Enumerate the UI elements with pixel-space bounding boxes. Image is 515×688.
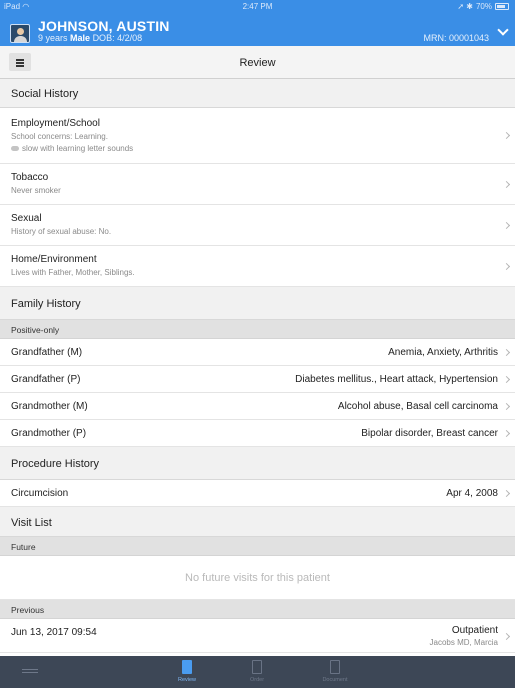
social-row-employment-school[interactable]: Employment/School School concerns: Learn… [0, 108, 515, 164]
family-row[interactable]: Grandmother (P) Bipolar disorder, Breast… [0, 420, 515, 447]
order-icon [252, 660, 262, 674]
filter-label-positive-only: Positive-only [0, 320, 515, 339]
relative-conditions: Bipolar disorder, Breast cancer [361, 428, 498, 439]
review-icon [182, 660, 192, 674]
chevron-right-icon [502, 489, 511, 498]
relative-name: Grandmother (M) [11, 401, 88, 412]
patient-dob-label: DOB: [92, 33, 115, 43]
row-title: Sexual [11, 213, 42, 224]
family-row[interactable]: Grandfather (P) Diabetes mellitus., Hear… [0, 366, 515, 393]
patient-header[interactable]: iPad ◠ 2:47 PM ➚ ✱ 70% JOHNSON, AUSTIN 9… [0, 0, 515, 46]
hamburger-menu-icon[interactable] [22, 666, 38, 678]
section-header-social-history: Social History [0, 79, 515, 108]
patient-sex: Male [70, 33, 91, 43]
status-battery: ➚ ✱ 70% [457, 2, 509, 11]
relative-name: Grandfather (P) [11, 374, 81, 385]
patient-age: 9 years [38, 33, 68, 43]
visit-row[interactable]: Jun 13, 2017 09:54 Outpatient Jacobs MD,… [0, 619, 515, 653]
review-list: Social History Employment/School School … [0, 79, 515, 653]
social-row-tobacco[interactable]: Tobacco Never smoker [0, 164, 515, 205]
chevron-right-icon [502, 402, 511, 411]
patient-dob: 4/2/08 [117, 33, 143, 43]
chevron-right-icon [502, 131, 511, 140]
social-row-sexual[interactable]: Sexual History of sexual abuse: No. [0, 205, 515, 246]
row-detail: Lives with Father, Mother, Siblings. [11, 268, 135, 277]
row-title: Home/Environment [11, 254, 97, 265]
tab-label: Review [177, 677, 197, 683]
chevron-right-icon [502, 221, 511, 230]
tab-document[interactable]: Document [310, 659, 360, 688]
battery-icon [495, 3, 509, 10]
chevron-right-icon [502, 632, 511, 641]
relative-conditions: Anemia, Anxiety, Arthritis [388, 347, 498, 358]
tab-label: Document [322, 677, 348, 683]
row-comment-text: slow with learning letter sounds [22, 144, 134, 153]
social-row-home-environment[interactable]: Home/Environment Lives with Father, Moth… [0, 246, 515, 287]
chevron-right-icon [502, 429, 511, 438]
row-detail: History of sexual abuse: No. [11, 227, 112, 236]
visit-group-previous: Previous [0, 600, 515, 619]
chevron-down-icon[interactable] [497, 24, 509, 36]
relative-conditions: Diabetes mellitus., Heart attack, Hypert… [295, 374, 498, 385]
row-title: Tobacco [11, 172, 49, 183]
status-bar: iPad ◠ 2:47 PM ➚ ✱ 70% [0, 0, 515, 12]
hamburger-line [22, 672, 38, 673]
visit-date: Jun 13, 2017 09:54 [11, 627, 97, 638]
patient-mrn: MRN: 00001043 [423, 33, 489, 43]
procedure-date: Apr 4, 2008 [446, 488, 498, 499]
empty-state-future-visits: No future visits for this patient [0, 556, 515, 600]
section-header-visit-list: Visit List [0, 507, 515, 537]
section-header-procedure-history: Procedure History [0, 447, 515, 480]
bottom-tab-bar: Review Order Document [0, 656, 515, 688]
battery-percent: 70% [475, 2, 492, 11]
patient-demographics: 9 years Male DOB: 4/2/08 [38, 33, 142, 43]
navbar: Review [0, 46, 515, 79]
visit-provider: Jacobs MD, Marcia [429, 638, 498, 647]
tab-order[interactable]: Order [232, 659, 282, 688]
row-detail: School concerns: Learning. [11, 132, 108, 141]
section-header-family-history: Family History [0, 287, 515, 320]
chevron-right-icon [502, 262, 511, 271]
tab-label: Order [249, 677, 265, 683]
row-comment: slow with learning letter sounds [11, 144, 133, 153]
comment-icon [11, 146, 19, 152]
procedure-name: Circumcision [11, 488, 69, 499]
patient-name: JOHNSON, AUSTIN [38, 18, 170, 34]
visit-type: Outpatient [451, 625, 498, 636]
relative-name: Grandfather (M) [11, 347, 83, 358]
relative-conditions: Alcohol abuse, Basal cell carcinoma [337, 401, 498, 412]
family-row[interactable]: Grandmother (M) Alcohol abuse, Basal cel… [0, 393, 515, 420]
page-title: Review [239, 57, 276, 69]
procedure-row[interactable]: Circumcision Apr 4, 2008 [0, 480, 515, 507]
tab-review[interactable]: Review [162, 659, 212, 688]
relative-name: Grandmother (P) [11, 428, 87, 439]
chevron-right-icon [502, 348, 511, 357]
row-title: Employment/School [11, 118, 100, 129]
visit-group-future: Future [0, 537, 515, 556]
chevron-right-icon [502, 180, 511, 189]
row-detail: Never smoker [11, 186, 61, 195]
avatar [10, 24, 30, 43]
chevron-right-icon [502, 375, 511, 384]
document-icon [330, 660, 340, 674]
status-time: 2:47 PM [242, 2, 273, 11]
family-row[interactable]: Grandfather (M) Anemia, Anxiety, Arthrit… [0, 339, 515, 366]
hamburger-line [22, 669, 38, 670]
